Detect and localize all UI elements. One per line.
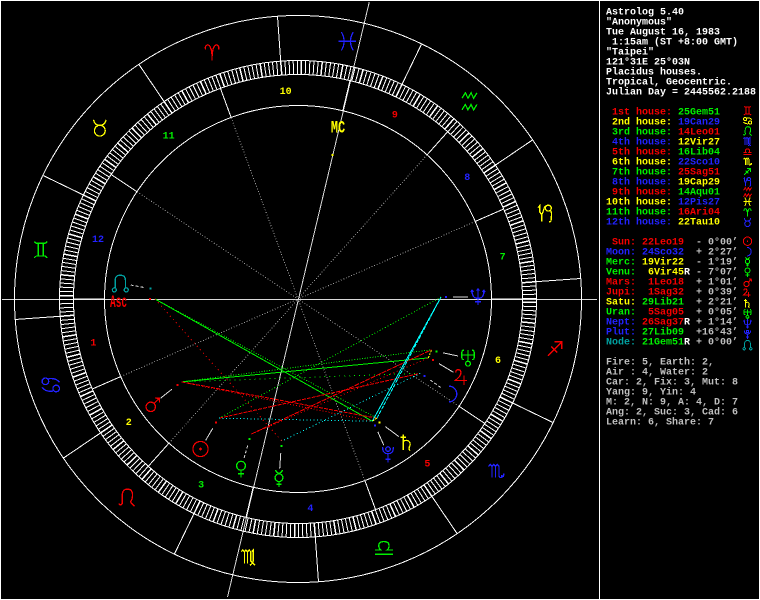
- svg-text:3: 3: [198, 481, 204, 492]
- svg-text:11: 11: [163, 131, 175, 142]
- svg-text:12th house:: 12th house:: [606, 217, 672, 229]
- svg-text:Asc: Asc: [110, 293, 127, 313]
- svg-text:7: 7: [500, 253, 506, 264]
- svg-text:1: 1: [90, 338, 96, 349]
- svg-text:Learn: 6, Share: 7: Learn: 6, Share: 7: [606, 417, 714, 429]
- svg-text:21Gem51: 21Gem51: [642, 338, 684, 349]
- svg-text:9: 9: [392, 110, 398, 121]
- svg-text:Node:: Node:: [606, 337, 636, 349]
- svg-text:MC: MC: [331, 120, 345, 139]
- svg-text:R: R: [684, 338, 690, 349]
- svg-text:4: 4: [307, 504, 313, 515]
- svg-text:22Tau10: 22Tau10: [678, 218, 720, 229]
- svg-text:5: 5: [424, 460, 430, 471]
- svg-text:6: 6: [495, 356, 501, 367]
- svg-text:R: R: [684, 268, 690, 279]
- svg-text:Julian Day = 2445562.2188: Julian Day = 2445562.2188: [606, 87, 756, 99]
- svg-text:12: 12: [92, 235, 104, 246]
- svg-text:R: R: [684, 318, 690, 329]
- svg-text:+ 0°00’: + 0°00’: [696, 337, 738, 349]
- svg-text:10: 10: [280, 87, 292, 98]
- svg-text:2: 2: [126, 418, 132, 429]
- svg-text:8: 8: [464, 173, 470, 184]
